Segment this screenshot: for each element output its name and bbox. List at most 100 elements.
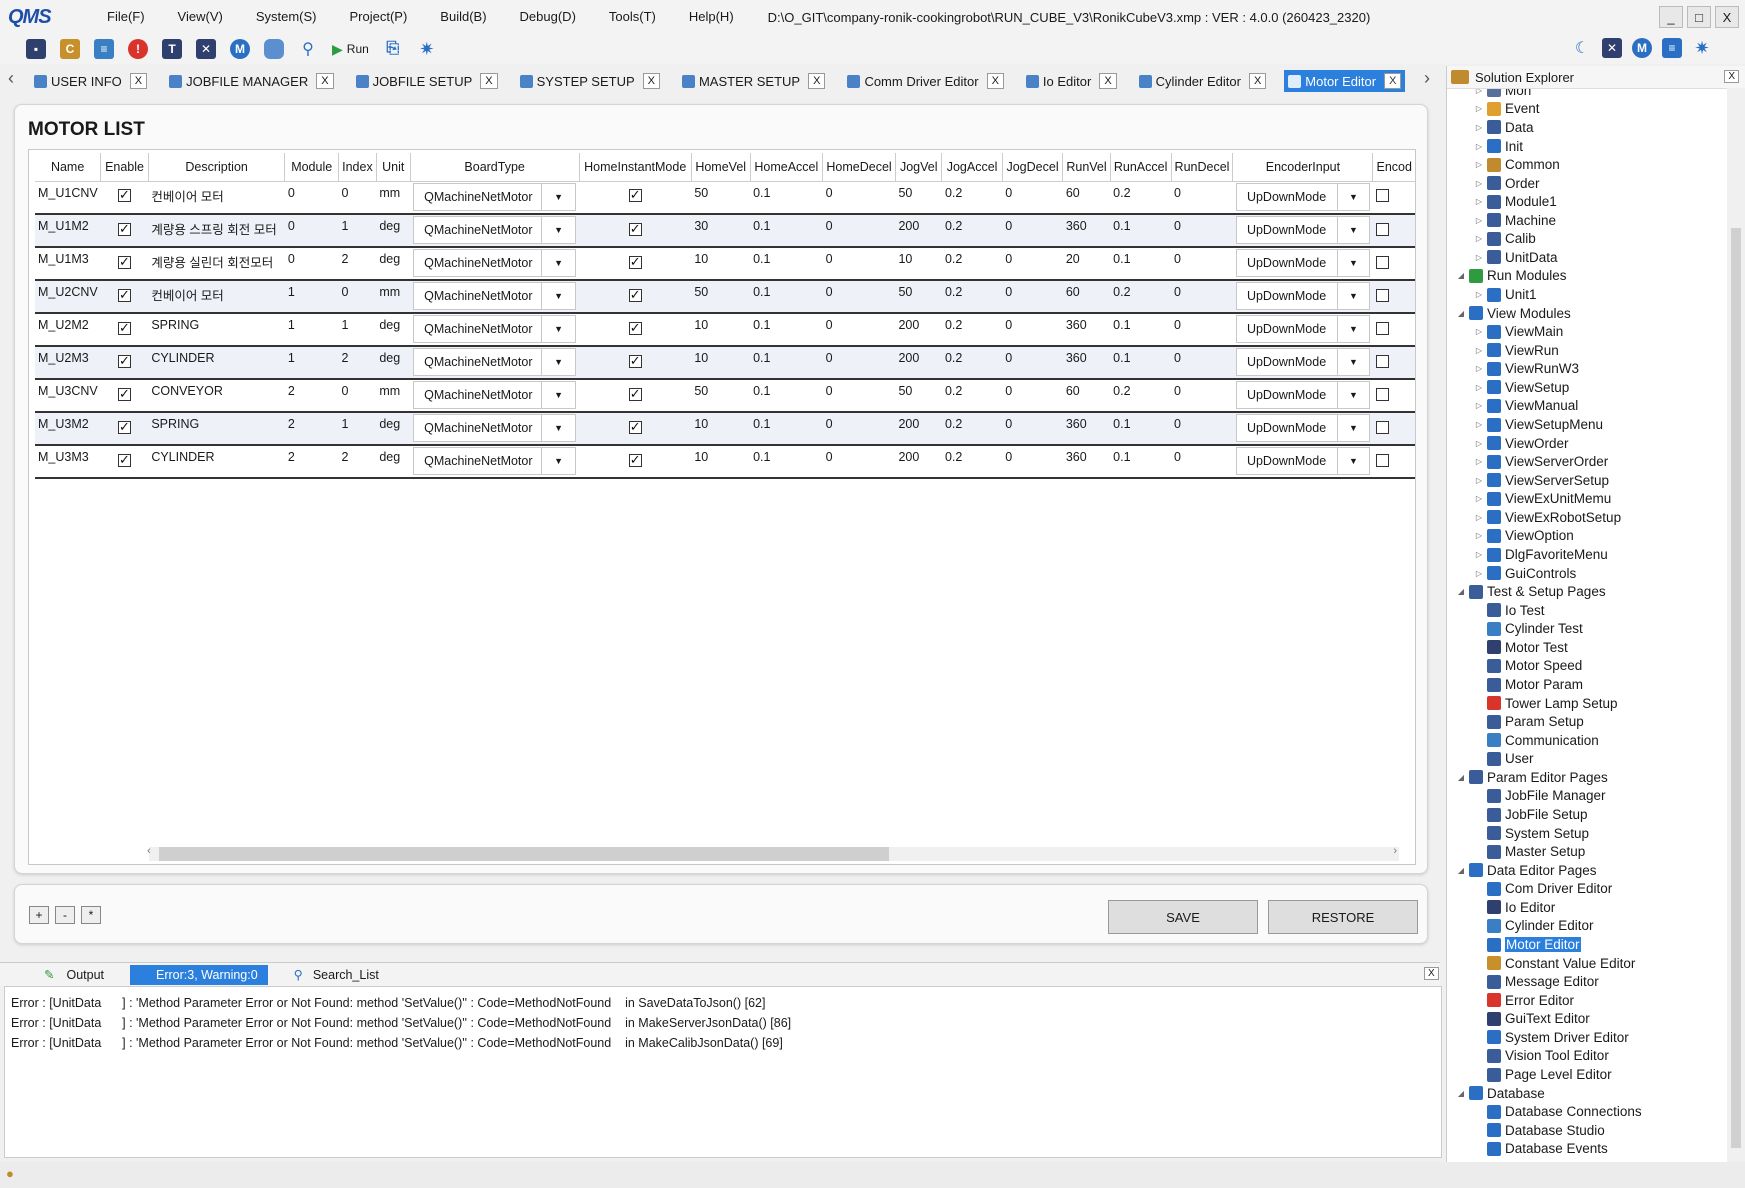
cell-module[interactable]: 1 [284, 346, 339, 380]
tree-node[interactable]: ▷ Machine [1473, 211, 1556, 230]
moon-icon[interactable]: ☾ [1572, 38, 1592, 58]
tab-comm-driver-editor[interactable]: Comm Driver Editor X [843, 70, 1007, 92]
enable-checkbox[interactable] [118, 320, 132, 336]
encod-checkbox[interactable] [1375, 387, 1389, 401]
cell-run-decel[interactable]: 0 [1171, 181, 1233, 215]
expand-toggle-icon[interactable]: ▷ [1473, 142, 1485, 151]
add-row-button[interactable]: + [29, 906, 49, 924]
table-row[interactable]: M_U1CNV컨베이어 모터00mmQMachineNetMotor▼500.1… [35, 181, 1415, 215]
chevron-down-icon[interactable]: ▼ [541, 448, 575, 474]
enable-checkbox[interactable] [118, 419, 132, 435]
tree-node[interactable]: ▷ UnitData [1473, 248, 1558, 267]
expand-toggle-icon[interactable]: ▷ [1473, 420, 1485, 429]
encod-checkbox[interactable] [1375, 255, 1389, 269]
cell-module[interactable]: 2 [284, 445, 339, 479]
expand-toggle-icon[interactable]: ▷ [1473, 550, 1485, 559]
cell-index[interactable]: 1 [338, 313, 377, 347]
tab-close-button[interactable]: X [986, 73, 1004, 89]
remove-row-button[interactable]: - [55, 906, 75, 924]
cell-name[interactable]: M_U2CNV [35, 280, 101, 314]
enable-checkbox[interactable] [118, 254, 132, 270]
col-header[interactable]: Index [338, 153, 377, 182]
tree-node[interactable]: ▷ ViewOrder [1473, 434, 1569, 453]
col-header[interactable]: Description [148, 153, 286, 182]
close-window-button[interactable]: X [1715, 6, 1739, 28]
cell-jog-vel[interactable]: 50 [895, 280, 942, 314]
enable-checkbox[interactable] [118, 452, 132, 468]
cell-run-vel[interactable]: 360 [1062, 346, 1111, 380]
home-instant-checkbox[interactable] [628, 452, 642, 468]
expand-toggle-icon[interactable]: ▷ [1473, 290, 1485, 299]
chevron-down-icon[interactable]: ▼ [1336, 349, 1369, 375]
board-type-select[interactable]: QMachineNetMotor ▼ [413, 348, 577, 376]
minimize-button[interactable]: _ [1659, 6, 1683, 28]
solution-explorer-close-button[interactable]: X [1724, 70, 1739, 83]
expand-toggle-icon[interactable]: ▷ [1473, 216, 1485, 225]
cell-jog-accel[interactable]: 0.2 [941, 445, 1003, 479]
enable-checkbox[interactable] [118, 187, 132, 203]
cell-jog-decel[interactable]: 0 [1002, 247, 1063, 281]
tree-node[interactable]: ▷ ViewMain [1473, 322, 1563, 341]
table-row[interactable]: M_U3M2SPRING21degQMachineNetMotor▼100.10… [35, 412, 1415, 446]
tree-node[interactable]: Motor Test [1473, 638, 1568, 657]
cell-home-accel[interactable]: 0.1 [750, 247, 823, 281]
col-header[interactable]: RunVel [1062, 153, 1111, 182]
menu-tools[interactable]: Tools(T) [594, 0, 674, 34]
cell-run-accel[interactable]: 0.1 [1110, 445, 1172, 479]
tab-systep-setup[interactable]: SYSTEP SETUP X [516, 70, 664, 92]
tree-node[interactable]: Communication [1473, 731, 1599, 750]
home-instant-checkbox[interactable] [628, 254, 642, 270]
cell-unit[interactable]: deg [376, 445, 411, 479]
cell-home-accel[interactable]: 0.1 [750, 379, 823, 413]
cell-unit[interactable]: mm [376, 280, 411, 314]
table-row[interactable]: M_U2M3CYLINDER12degQMachineNetMotor▼100.… [35, 346, 1415, 380]
scroll-left-icon[interactable]: ‹ [147, 845, 151, 857]
board-type-select[interactable]: QMachineNetMotor ▼ [413, 282, 577, 310]
expand-toggle-icon[interactable]: ◢ [1455, 587, 1467, 596]
cell-home-accel[interactable]: 0.1 [750, 412, 823, 446]
tree-node[interactable]: ▷ Order [1473, 174, 1540, 193]
expand-toggle-icon[interactable]: ◢ [1455, 1089, 1467, 1098]
tree-node[interactable]: ◢ Param Editor Pages [1455, 768, 1608, 787]
tree-node[interactable]: User [1473, 750, 1534, 769]
expand-toggle-icon[interactable]: ▷ [1473, 327, 1485, 336]
scroll-right-icon[interactable]: › [1393, 845, 1397, 857]
tree-node[interactable]: ▷ ViewServerOrder [1473, 452, 1608, 471]
enable-checkbox[interactable] [118, 353, 132, 369]
cell-module[interactable]: 2 [284, 379, 339, 413]
tab-user-info[interactable]: USER INFO X [30, 70, 151, 92]
expand-toggle-icon[interactable]: ▷ [1473, 401, 1485, 410]
cell-home-vel[interactable]: 50 [691, 379, 751, 413]
cell-index[interactable]: 0 [338, 379, 377, 413]
cell-unit[interactable]: deg [376, 214, 411, 248]
cell-jog-vel[interactable]: 200 [895, 214, 942, 248]
col-header[interactable]: HomeAccel [750, 153, 824, 182]
expand-toggle-icon[interactable]: ▷ [1473, 476, 1485, 485]
tree-node[interactable]: Constant Value Editor [1473, 954, 1635, 973]
cell-description[interactable]: 컨베이어 모터 [148, 280, 285, 314]
chevron-down-icon[interactable]: ▼ [541, 382, 575, 408]
tree-node[interactable]: ◢ Data Editor Pages [1455, 861, 1597, 880]
gear-icon[interactable]: ✷ [1692, 38, 1712, 58]
vertical-scrollbar[interactable] [1727, 88, 1745, 1162]
tree-node[interactable]: ▷ ViewRun [1473, 341, 1559, 360]
col-header[interactable]: HomeDecel [822, 153, 896, 182]
cell-home-accel[interactable]: 0.1 [750, 346, 823, 380]
expand-toggle-icon[interactable]: ▷ [1473, 513, 1485, 522]
cell-run-accel[interactable]: 0.1 [1110, 412, 1172, 446]
col-header[interactable]: JogVel [895, 153, 943, 182]
menu-view[interactable]: View(V) [163, 0, 241, 34]
cell-jog-decel[interactable]: 0 [1002, 214, 1063, 248]
expand-toggle-icon[interactable]: ▷ [1473, 89, 1485, 95]
cell-jog-decel[interactable]: 0 [1002, 379, 1063, 413]
cell-home-vel[interactable]: 10 [691, 412, 751, 446]
cell-jog-decel[interactable]: 0 [1002, 445, 1063, 479]
cell-home-vel[interactable]: 10 [691, 445, 751, 479]
board-type-select[interactable]: QMachineNetMotor ▼ [413, 447, 577, 475]
cell-index[interactable]: 0 [338, 181, 377, 215]
chevron-down-icon[interactable]: ▼ [541, 415, 575, 441]
expand-toggle-icon[interactable]: ▷ [1473, 364, 1485, 373]
chevron-down-icon[interactable]: ▼ [1336, 217, 1369, 243]
motor-icon[interactable]: M [230, 39, 250, 59]
tree-node[interactable]: ◢ Run Modules [1455, 267, 1567, 286]
